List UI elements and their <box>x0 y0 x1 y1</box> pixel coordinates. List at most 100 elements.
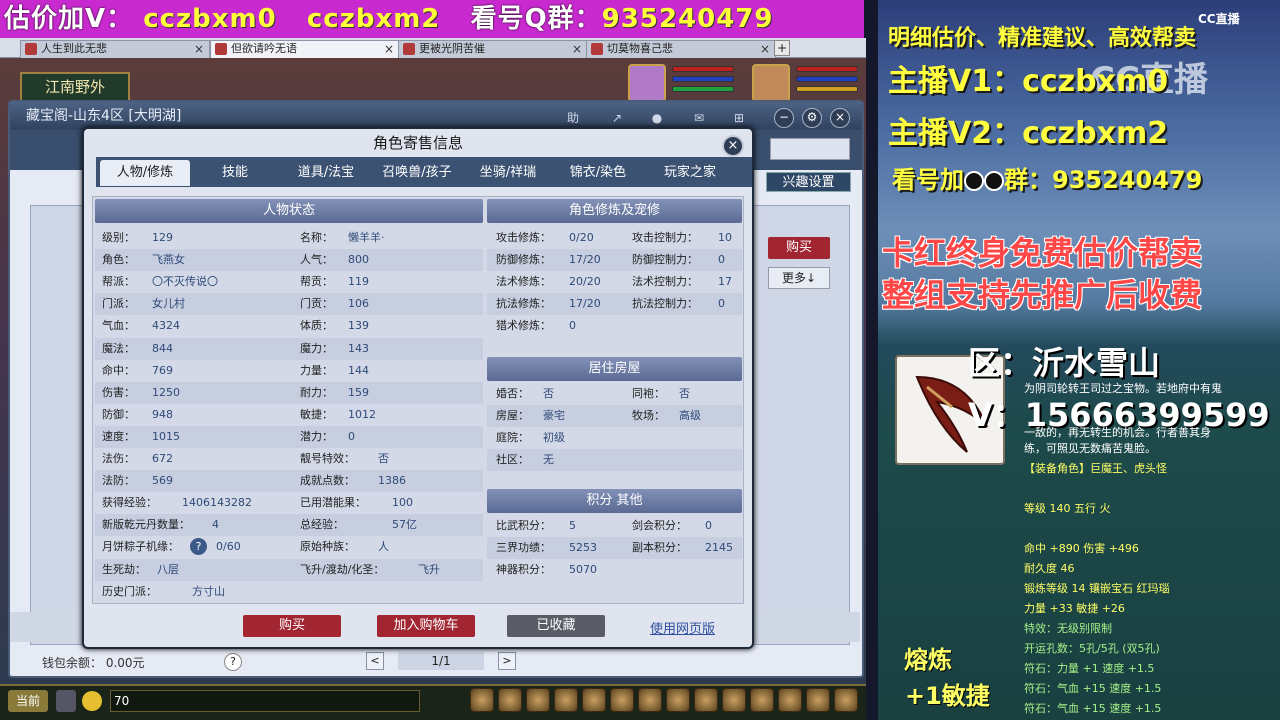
close-window-button[interactable]: × <box>830 108 850 128</box>
status-value: 〇不灭传说〇 <box>152 275 218 289</box>
record-icon[interactable]: ● <box>646 108 668 128</box>
team-icon[interactable] <box>554 688 578 712</box>
section-house: 居住房屋 <box>487 357 742 381</box>
cart-icon[interactable]: ⊞ <box>728 108 750 128</box>
status-label: 月饼粽子机缘： <box>102 540 179 554</box>
next-page-button[interactable]: > <box>498 652 516 670</box>
quest-icon[interactable] <box>638 688 662 712</box>
status-value: 0 <box>348 429 355 443</box>
share-icon[interactable]: ↗ <box>606 108 628 128</box>
trade-icon[interactable] <box>694 688 718 712</box>
game-icon <box>403 43 415 55</box>
tab-character[interactable]: 人物/修炼 <box>100 160 190 186</box>
tab-outfits[interactable]: 锦衣/染色 <box>556 160 640 186</box>
help-icon[interactable]: 助 <box>562 108 584 128</box>
friend-icon[interactable] <box>582 688 606 712</box>
close-icon[interactable]: × <box>194 41 204 57</box>
listing-buy-button[interactable]: 购买 <box>768 237 830 259</box>
interest-settings-button[interactable]: 兴趣设置 <box>766 172 851 192</box>
microphone-icon[interactable] <box>56 690 76 712</box>
status-row: 体质： 139 <box>300 315 480 337</box>
mail-icon[interactable] <box>750 688 774 712</box>
status-label: 总经验： <box>300 518 344 532</box>
status-value: 飞升 <box>418 562 440 576</box>
status-row: 角色： 飞燕女 <box>102 249 292 271</box>
minimize-button[interactable]: − <box>774 108 794 128</box>
new-tab-button[interactable]: + <box>774 40 790 56</box>
tab-label: 但欲请吟无语 <box>231 42 297 55</box>
shop-icon[interactable] <box>722 688 746 712</box>
status-label: 防御： <box>102 407 135 421</box>
section-status: 人物状态 <box>95 199 483 223</box>
cultivation-row: 防御修炼： 17/20 <box>496 249 616 271</box>
promo-line-4-qq: 群：935240479 <box>1004 166 1203 194</box>
pet-mp-bar <box>672 76 734 82</box>
help-icon[interactable]: ? <box>224 653 242 671</box>
settings-icon[interactable] <box>834 688 858 712</box>
field-label: 攻击控制力： <box>632 231 698 244</box>
status-label: 门贡： <box>300 297 333 311</box>
banner-v1: cczbxm0 <box>143 4 277 34</box>
close-icon[interactable]: × <box>572 41 582 57</box>
field-label: 剑会积分： <box>632 519 687 532</box>
chat-input[interactable]: 70 <box>110 690 420 712</box>
tab-home[interactable]: 玩家之家 <box>648 160 732 186</box>
dialog-close-button[interactable]: × <box>722 135 744 157</box>
skill-icon[interactable] <box>666 688 690 712</box>
player-avatar[interactable] <box>752 64 790 102</box>
status-label: 伤害： <box>102 385 135 399</box>
status-row: 获得经验： 1406143282 <box>102 492 292 514</box>
prev-page-button[interactable]: < <box>366 652 384 670</box>
tab-4[interactable]: 切莫物喜己悲 × <box>586 40 776 58</box>
tab-skills[interactable]: 技能 <box>200 160 270 186</box>
promo-banner: 估价加V： cczbxm0 cczbxm2 看号Q群：935240479 <box>0 0 864 38</box>
field-value: 17/20 <box>569 297 601 311</box>
listing-more-button[interactable]: 更多↓ <box>768 267 830 289</box>
item-special: 开运孔数：5孔/5孔 (双5孔) <box>1024 642 1160 655</box>
pet-icon[interactable] <box>526 688 550 712</box>
tab-3[interactable]: 更被光阴苦催 × <box>398 40 588 58</box>
bag-icon[interactable] <box>498 688 522 712</box>
chat-channel-button[interactable]: 当前 <box>8 690 48 712</box>
tab-mounts[interactable]: 坐骑/祥瑞 <box>468 160 548 186</box>
emoji-icon[interactable] <box>82 691 102 711</box>
tab-items[interactable]: 道具/法宝 <box>284 160 368 186</box>
web-version-link[interactable]: 使用网页版 <box>650 618 715 637</box>
tab-2[interactable]: 但欲请吟无语 × <box>210 40 400 58</box>
favorited-button[interactable]: 已收藏 <box>507 615 605 637</box>
field-value: 17 <box>718 275 732 289</box>
item-stat: 命中 +890 伤害 +496 <box>1024 542 1139 555</box>
item-special: 特效：无级别限制 <box>1024 622 1112 635</box>
system-icon[interactable] <box>806 688 830 712</box>
rank-icon[interactable] <box>778 688 802 712</box>
status-label: 法伤： <box>102 452 135 465</box>
add-to-cart-button[interactable]: 加入购物车 <box>377 615 475 637</box>
message-icon[interactable]: ✉ <box>688 108 710 128</box>
status-row: 飞升/渡劫/化圣： 飞升 <box>300 559 480 581</box>
buy-button[interactable]: 购买 <box>243 615 341 637</box>
field-label: 社区： <box>496 453 529 467</box>
tab-pets[interactable]: 召唤兽/孩子 <box>372 160 462 186</box>
close-icon[interactable]: × <box>384 41 394 57</box>
tab-label: 人生到此无悲 <box>41 42 107 55</box>
pet-avatar[interactable] <box>628 64 666 102</box>
field-value: 10 <box>718 231 732 244</box>
tab-1[interactable]: 人生到此无悲 × <box>20 40 210 58</box>
settings-button[interactable]: ⚙ <box>802 108 822 128</box>
status-value: 1406143282 <box>182 496 252 510</box>
close-icon[interactable]: × <box>760 41 770 57</box>
status-value: 1012 <box>348 407 376 421</box>
banner-qq-label: 看号Q群： <box>470 4 602 34</box>
field-label: 猎术修炼： <box>496 319 551 333</box>
search-input[interactable] <box>770 138 850 160</box>
status-value: 159 <box>348 385 369 399</box>
pet-exp-bar <box>672 86 734 92</box>
guild-icon[interactable] <box>610 688 634 712</box>
inventory-icon[interactable] <box>470 688 494 712</box>
status-label: 力量： <box>300 363 333 377</box>
status-label: 角色： <box>102 253 135 267</box>
field-value: 无 <box>543 453 554 467</box>
help-icon[interactable]: ? <box>190 538 207 556</box>
status-label: 已用潜能果： <box>300 496 366 510</box>
promo-line-3: 主播V2：cczbxm2 <box>888 116 1169 151</box>
